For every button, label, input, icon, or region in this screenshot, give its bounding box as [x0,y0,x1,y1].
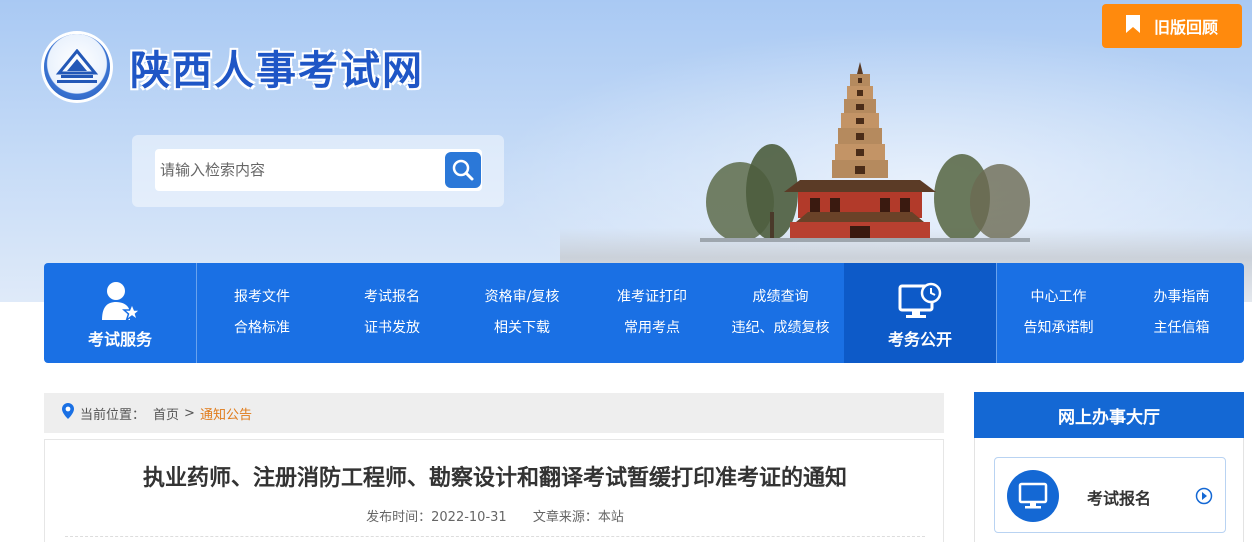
nav-link-score-recheck[interactable]: 违纪、成绩复核 [717,313,844,344]
old-version-label: 旧版回顾 [1153,18,1218,37]
publish-label: 发布时间： [366,510,432,525]
nav-link-exam-sites[interactable]: 常用考点 [587,313,717,344]
publish-date: 2022-10-31 [431,510,507,525]
emblem-icon [44,34,110,100]
nav-link-guide[interactable]: 办事指南 [1120,282,1243,313]
old-version-button[interactable]: 旧版回顾 [1102,4,1242,48]
site-title: 陕西人事考试网 [130,48,424,94]
source-value: 本站 [597,510,624,525]
nav-links-group-1: 报考文件 考试报名 资格审/复核 准考证打印 成绩查询 合格标准 证书发放 相关… [197,263,844,363]
header-banner: 陕西人事考试网 旧版回顾 [0,0,1252,302]
nav-exam-service[interactable]: 考试服务 [44,263,196,363]
search-input[interactable] [155,149,482,191]
nav-link-director-mailbox[interactable]: 主任信箱 [1120,313,1243,344]
nav-link-center-work[interactable]: 中心工作 [997,282,1120,313]
main-nav: 考试服务 报考文件 考试报名 资格审/复核 准考证打印 成绩查询 合格标准 证书… [44,263,1244,363]
search-icon [452,159,474,181]
online-hall-header: 网上办事大厅 [974,392,1244,438]
nav-link-certificate[interactable]: 证书发放 [327,313,457,344]
nav-link-qualification-review[interactable]: 资格审/复核 [457,282,587,313]
person-star-icon [100,276,140,322]
site-logo[interactable]: 陕西人事考试网 [44,34,424,100]
nav-link-pass-standard[interactable]: 合格标准 [197,313,327,344]
exam-registration-card[interactable]: 考试报名 [994,457,1226,533]
nav-link-downloads[interactable]: 相关下载 [457,313,587,344]
article-meta: 发布时间：2022-10-31 文章来源：本站 [45,506,945,525]
nav-link-score-query[interactable]: 成绩查询 [717,282,844,313]
article-panel: 执业药师、注册消防工程师、勘察设计和翻译考试暂缓打印准考证的通知 发布时间：20… [44,439,944,542]
nav-link-admission-print[interactable]: 准考证打印 [587,282,717,313]
breadcrumb-separator: > [184,405,195,421]
article-divider [65,536,925,537]
breadcrumb-current[interactable]: 通知公告 [200,404,252,423]
location-pin-icon [62,403,74,423]
nav-exam-service-label: 考试服务 [87,330,152,349]
nav-exam-public-label: 考务公开 [887,330,952,349]
source-label: 文章来源： [532,510,598,525]
nav-links-group-2: 中心工作 办事指南 告知承诺制 主任信箱 [997,263,1243,363]
monitor-clock-icon [898,276,942,322]
nav-link-exam-registration[interactable]: 考试报名 [327,282,457,313]
search-button[interactable] [445,152,481,188]
nav-link-exam-files[interactable]: 报考文件 [197,282,327,313]
exam-registration-label: 考试报名 [1087,489,1152,508]
article-title: 执业药师、注册消防工程师、勘察设计和翻译考试暂缓打印准考证的通知 [142,466,847,491]
breadcrumb-home-link[interactable]: 首页 [153,404,179,423]
search-box [132,135,504,207]
pagoda-illustration [700,62,1030,242]
breadcrumb-prefix: 当前位置： [80,407,146,423]
nav-exam-public[interactable]: 考务公开 [844,263,996,363]
monitor-icon [1007,470,1059,522]
nav-link-commitment[interactable]: 告知承诺制 [997,313,1120,344]
bookmark-icon [1125,15,1140,37]
chevron-right-icon [1195,487,1213,505]
online-hall-panel: 考试报名 [974,438,1244,542]
breadcrumb: 当前位置： 首页 > 通知公告 [44,393,944,433]
